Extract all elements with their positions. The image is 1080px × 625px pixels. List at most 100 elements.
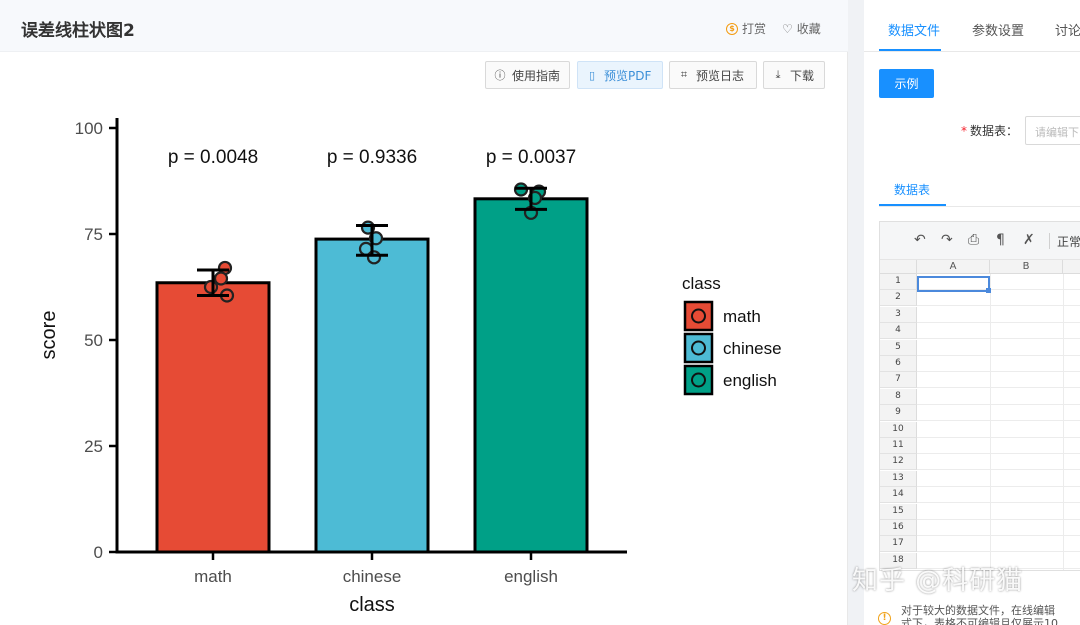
legend-title: class [682, 274, 721, 293]
column-line [1063, 274, 1064, 570]
info-notice: ! 对于较大的数据文件，在线编辑 式下，表格不可编辑且仅展示10 [864, 600, 1080, 625]
row-header[interactable]: 11 [880, 438, 917, 454]
download-button[interactable]: ⤓ 下载 [763, 61, 825, 89]
p-value-label: p = 0.0048 [168, 147, 258, 168]
row-header[interactable]: 5 [880, 339, 917, 356]
undo-icon[interactable]: ↶ [914, 232, 926, 248]
guide-label: 使用指南 [512, 68, 561, 83]
scan-icon: ⌗ [680, 68, 688, 81]
preview-pdf-label: 预览PDF [604, 68, 652, 83]
table-row[interactable] [917, 422, 1080, 438]
table-row[interactable] [917, 438, 1080, 454]
table-row[interactable] [917, 372, 1080, 389]
toolbar-separator [1049, 233, 1050, 249]
table-row[interactable] [917, 454, 1080, 471]
page-title: 误差线柱状图2 [21, 21, 135, 41]
x-tick-label: chinese [343, 567, 402, 586]
tab-discussion[interactable]: 讨论 [1055, 20, 1080, 39]
fill-handle[interactable] [986, 288, 991, 293]
guide-button[interactable]: ⓘ 使用指南 [485, 61, 570, 89]
bar-chinese [314, 237, 430, 554]
row-header[interactable]: 1 [880, 274, 917, 290]
table-row[interactable] [917, 356, 1080, 372]
table-row[interactable] [917, 405, 1080, 422]
table-row[interactable] [917, 389, 1080, 405]
table-row[interactable] [917, 504, 1080, 520]
data-point-chinese [366, 250, 382, 265]
example-button[interactable]: 示例 [879, 69, 934, 98]
x-axis-title: class [349, 594, 395, 616]
legend-key-point [691, 308, 706, 324]
selected-cell[interactable] [917, 276, 990, 292]
legend-label-english: english [723, 371, 777, 390]
column-header-b[interactable]: B [990, 260, 1063, 274]
table-row[interactable] [917, 471, 1080, 487]
table-row[interactable] [917, 307, 1080, 323]
pdf-file-icon: ▯ [588, 68, 596, 82]
y-tick-label: 0 [94, 543, 103, 562]
subtab-divider [879, 206, 1080, 207]
table-row[interactable] [917, 290, 1080, 307]
row-header[interactable]: 13 [880, 470, 917, 487]
row-header[interactable]: 2 [880, 290, 917, 307]
settings-panel: 数据文件 参数设置 讨论 示例 * 数据表： 请编辑下 数据表 ↶ ↷ ⎙ ¶ ✗… [864, 0, 1080, 625]
column-header-a[interactable]: A [917, 260, 990, 274]
zoom-select[interactable]: 正常 [1057, 233, 1080, 250]
tab-sheet[interactable]: 数据表 [894, 181, 930, 198]
preview-pdf-button[interactable]: ▯ 预览PDF [577, 61, 663, 89]
format-painter-icon[interactable]: ¶ [996, 232, 1005, 248]
row-header[interactable]: 12 [880, 454, 917, 471]
row-header[interactable]: 15 [880, 503, 917, 520]
row-header[interactable]: 4 [880, 323, 917, 340]
app-root: 误差线柱状图2 $ 打赏 ♡ 收藏 ⓘ 使用指南 ▯ 预览PDF ⌗ 预览日志 … [0, 0, 1080, 625]
tab-data-file[interactable]: 数据文件 [888, 20, 940, 39]
required-marker: * [961, 124, 967, 138]
row-header[interactable]: 9 [880, 405, 917, 422]
bar-chart: 0 25 50 75 100 math chinese english p = 0.0048 p … [38, 118, 782, 616]
info-icon: ! [878, 612, 891, 625]
preview-log-button[interactable]: ⌗ 预览日志 [669, 61, 757, 89]
legend-key-point [691, 372, 706, 388]
x-tick-label: english [504, 567, 558, 586]
p-value-label: p = 0.0037 [486, 147, 576, 168]
table-input[interactable]: 请编辑下 [1025, 116, 1080, 145]
column-header-c[interactable] [1063, 260, 1080, 274]
table-row[interactable] [917, 536, 1080, 553]
row-header[interactable]: 14 [880, 487, 917, 504]
table-row[interactable] [917, 520, 1080, 536]
reward-label: 打赏 [742, 22, 767, 36]
tab-parameters[interactable]: 参数设置 [972, 20, 1024, 39]
info-text-line: 对于较大的数据文件，在线编辑 [901, 604, 1055, 617]
row-header[interactable]: 3 [880, 306, 917, 323]
table-row[interactable] [917, 340, 1080, 356]
heart-icon: ♡ [782, 21, 793, 36]
download-label: 下载 [790, 68, 815, 83]
table-label-text: 数据表： [970, 124, 1019, 138]
info-text-line: 式下，表格不可编辑且仅展示10 [901, 617, 1058, 625]
favorite-button[interactable]: ♡ 收藏 [782, 20, 821, 37]
table-row[interactable] [917, 487, 1080, 504]
row-header[interactable]: 16 [880, 520, 917, 536]
redo-icon[interactable]: ↷ [941, 232, 953, 248]
data-point-math [203, 279, 219, 295]
row-header[interactable]: 8 [880, 388, 917, 405]
print-icon[interactable]: ⎙ [968, 232, 979, 248]
spreadsheet[interactable]: ↶ ↷ ⎙ ¶ ✗ 正常 A B 1 2 3 4 5 6 7 8 9 10 11 12 13 14 15 16… [879, 221, 1080, 571]
clear-format-icon[interactable]: ✗ [1023, 232, 1035, 248]
row-header[interactable]: 10 [880, 421, 917, 438]
coin-icon: $ [726, 22, 738, 35]
bar-english [473, 197, 589, 554]
table-row[interactable] [917, 323, 1080, 340]
help-circle-icon: ⓘ [494, 69, 506, 82]
row-header[interactable]: 7 [880, 372, 917, 389]
data-point-math [213, 271, 229, 286]
x-tick-label: math [194, 567, 232, 586]
row-header[interactable]: 6 [880, 356, 917, 372]
row-header[interactable]: 17 [880, 536, 917, 553]
chart-panel: 误差线柱状图2 $ 打赏 ♡ 收藏 ⓘ 使用指南 ▯ 预览PDF ⌗ 预览日志 … [0, 0, 848, 625]
reward-button[interactable]: $ 打赏 [726, 20, 766, 37]
legend-label-chinese: chinese [723, 339, 782, 358]
sheet-toolbar: ↶ ↷ ⎙ ¶ ✗ 正常 [880, 222, 1080, 260]
y-tick-label: 100 [75, 119, 103, 138]
tab-active-indicator [879, 49, 941, 51]
